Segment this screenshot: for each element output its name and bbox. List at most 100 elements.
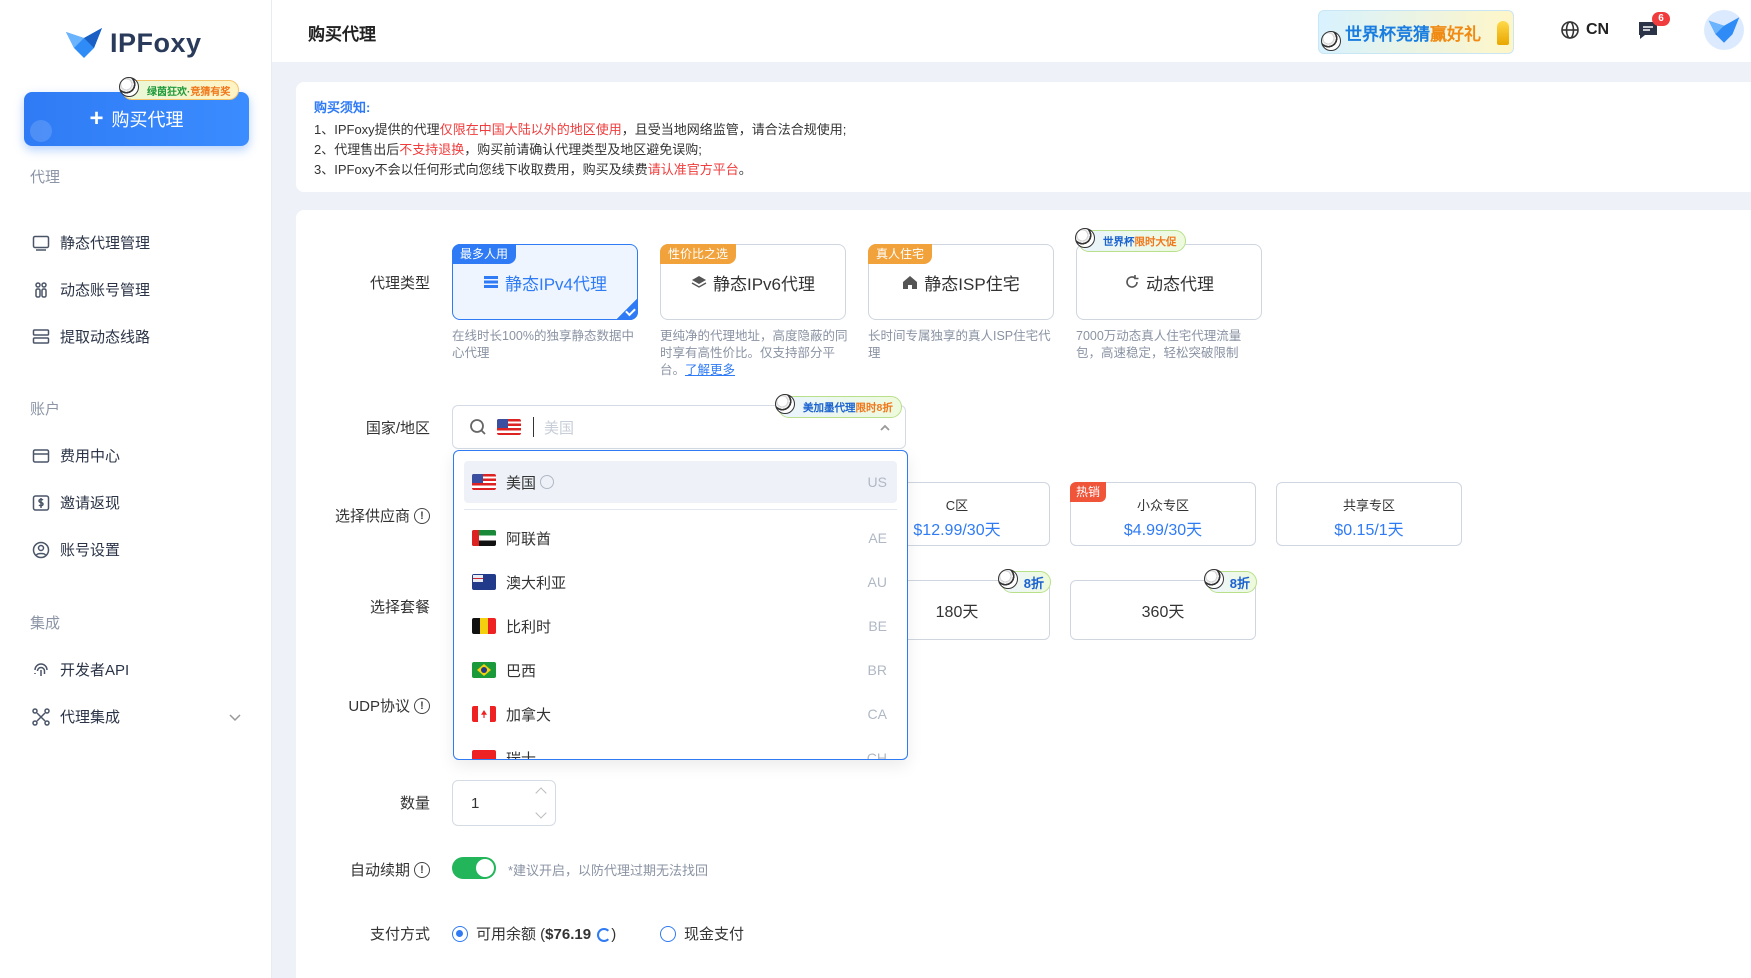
sidebar: IPFoxy + 购买代理 绿茵狂欢· 竞猜有奖 代理 静态代理管理 动态账号管理… <box>0 0 272 978</box>
plan-option-360[interactable]: 360天 8折 <box>1070 569 1257 640</box>
dollar-icon <box>32 494 50 511</box>
globe-icon <box>1561 21 1579 39</box>
proxy-type-static-isp[interactable]: 真人住宅 静态ISP住宅 <box>868 244 1054 320</box>
proxy-type-static-ipv4[interactable]: 最多人用 静态IPv4代理 <box>452 244 638 320</box>
sidebar-item-dynamic-account[interactable]: 动态账号管理 <box>32 279 242 300</box>
trophy-icon <box>1497 21 1509 45</box>
type-desc-ipv4: 在线时长100%的独享静态数据中心代理 <box>452 329 634 360</box>
promo-highlight: 竞猜有奖 <box>190 86 231 98</box>
quantity-stepper[interactable]: 1 <box>452 780 556 826</box>
network-icon <box>32 707 50 726</box>
promo-tag[interactable]: 绿茵狂欢· 竞猜有奖 <box>119 77 240 100</box>
fox-avatar-icon <box>1708 17 1740 43</box>
topbar: 购买代理 世界杯竞猜 赢好礼 CN 6 <box>272 0 1751 62</box>
provider-name: 共享专区 <box>1342 498 1395 513</box>
sidebar-item-developer-api[interactable]: 开发者API <box>32 659 242 680</box>
football-icon <box>1321 31 1341 51</box>
search-icon <box>470 419 486 435</box>
country-option-ca[interactable]: 加拿大 CA <box>464 693 897 735</box>
info-icon[interactable]: ! <box>414 507 430 524</box>
label-auto-renew: 自动续期! <box>350 859 430 880</box>
server-icon <box>483 276 498 288</box>
layers-icon <box>691 276 707 288</box>
learn-more-link[interactable]: 了解更多 <box>685 363 735 377</box>
country-option-au[interactable]: 澳大利亚 AU <box>464 561 897 603</box>
country-placeholder: 美国 <box>544 419 575 437</box>
sidebar-item-billing[interactable]: 费用中心 <box>32 445 242 466</box>
country-option-ch[interactable]: 瑞士 CH <box>464 737 897 760</box>
plan-label: 360天 <box>1141 604 1185 621</box>
br-flag-icon <box>472 662 496 678</box>
type-label: 动态代理 <box>1146 274 1214 294</box>
country-option-br[interactable]: 巴西 BR <box>464 649 897 691</box>
auto-renew-hint: *建议开启，以防代理过期无法找回 <box>508 863 709 878</box>
sidebar-item-static-proxy[interactable]: 静态代理管理 <box>32 232 242 253</box>
country-name: 阿联酋 <box>506 530 552 548</box>
auto-renew-toggle[interactable] <box>452 857 496 879</box>
label-country: 国家/地区 <box>365 420 430 437</box>
stepper-arrows[interactable] <box>535 787 547 819</box>
proxy-type-static-ipv6[interactable]: 性价比之选 静态IPv6代理 <box>660 244 846 320</box>
avatar[interactable] <box>1704 10 1744 50</box>
sidebar-item-referral[interactable]: 邀请返现 <box>32 492 242 513</box>
payment-balance-radio[interactable]: 可用余额 ($76.19 ) <box>452 923 616 944</box>
quantity-value: 1 <box>471 794 480 812</box>
plan-label: 180天 <box>935 604 979 621</box>
label-plan: 选择套餐 <box>369 599 430 616</box>
chevron-up-icon <box>535 787 547 799</box>
country-name: 澳大利亚 <box>506 574 567 592</box>
world-cup-banner[interactable]: 世界杯竞猜 赢好礼 <box>1318 10 1514 54</box>
notice-line-1: 1、IPFoxy提供的代理仅限在中国大陆以外的地区使用，且受当地网络监管，请合法… <box>314 122 847 137</box>
divider <box>464 509 897 510</box>
country-option-us[interactable]: 美国 US <box>464 461 897 503</box>
sidebar-item-label: 邀请返现 <box>60 495 121 512</box>
ae-flag-icon <box>472 530 496 546</box>
payment-cash-radio[interactable]: 现金支付 <box>660 923 744 944</box>
provider-option-shared[interactable]: 共享专区 $0.15/1天 <box>1276 482 1462 546</box>
brand-logo[interactable]: IPFoxy <box>64 26 202 60</box>
type-tag: 性价比之选 <box>660 244 737 264</box>
label-provider: 选择供应商! <box>335 505 430 526</box>
fox-logo-icon <box>66 28 102 58</box>
buy-proxy-button[interactable]: + 购买代理 <box>24 92 249 146</box>
refresh-icon <box>597 928 612 943</box>
messages-button[interactable]: 6 <box>1636 12 1670 45</box>
ca-flag-icon <box>472 706 496 722</box>
country-dropdown[interactable]: 美国 US 阿联酋 AE 澳大利亚 AU 比利时 BE 巴西 BR 加拿大 CA… <box>453 450 908 760</box>
language-switcher[interactable]: CN <box>1560 20 1609 40</box>
country-code: AU <box>867 574 887 590</box>
chevron-up-icon <box>880 424 890 431</box>
type-label: 静态IPv6代理 <box>712 274 816 294</box>
sidebar-item-account-settings[interactable]: 账号设置 <box>32 539 242 560</box>
country-option-ae[interactable]: 阿联酋 AE <box>464 517 897 559</box>
discount-badge: 8折 <box>1203 569 1257 593</box>
info-icon[interactable]: ! <box>414 697 430 714</box>
sidebar-item-proxy-integration[interactable]: 代理集成 <box>32 706 242 727</box>
label-payment: 支付方式 <box>369 926 430 943</box>
label-proxy-type: 代理类型 <box>369 275 430 292</box>
promo-text: 绿茵狂欢· <box>147 86 191 98</box>
radio-selected <box>452 925 468 942</box>
type-desc-ipv6: 更纯净的代理地址，高度隐蔽的同时享有高性价比。仅支持部分平台。了解更多 <box>660 329 848 377</box>
info-icon[interactable]: ! <box>414 861 430 878</box>
country-name: 瑞士 <box>506 750 537 760</box>
type-desc-isp: 长时间专属独享的真人ISP住宅代理 <box>868 329 1051 360</box>
user-circle-icon <box>32 541 50 558</box>
football-icon <box>997 569 1018 589</box>
type-label: 静态IPv4代理 <box>504 274 608 294</box>
football-icon <box>119 77 139 97</box>
sidebar-item-label: 费用中心 <box>60 448 121 465</box>
type-tag: 真人住宅 <box>868 244 933 264</box>
country-option-be[interactable]: 比利时 BE <box>464 605 897 647</box>
sidebar-item-extract-lines[interactable]: 提取动态线路 <box>32 326 242 347</box>
chevron-down-icon <box>229 713 241 721</box>
sidebar-item-label: 提取动态线路 <box>60 329 151 346</box>
wallet-icon <box>32 448 50 463</box>
provider-option-niche[interactable]: 热销 小众专区 $4.99/30天 <box>1070 482 1256 546</box>
proxy-type-dynamic[interactable]: 动态代理 <box>1076 244 1262 320</box>
page-title: 购买代理 <box>308 25 376 44</box>
notice-title: 购买须知: <box>314 100 371 115</box>
check-icon <box>616 298 638 320</box>
type-tag: 最多人用 <box>452 244 517 264</box>
label-quantity: 数量 <box>399 795 430 812</box>
